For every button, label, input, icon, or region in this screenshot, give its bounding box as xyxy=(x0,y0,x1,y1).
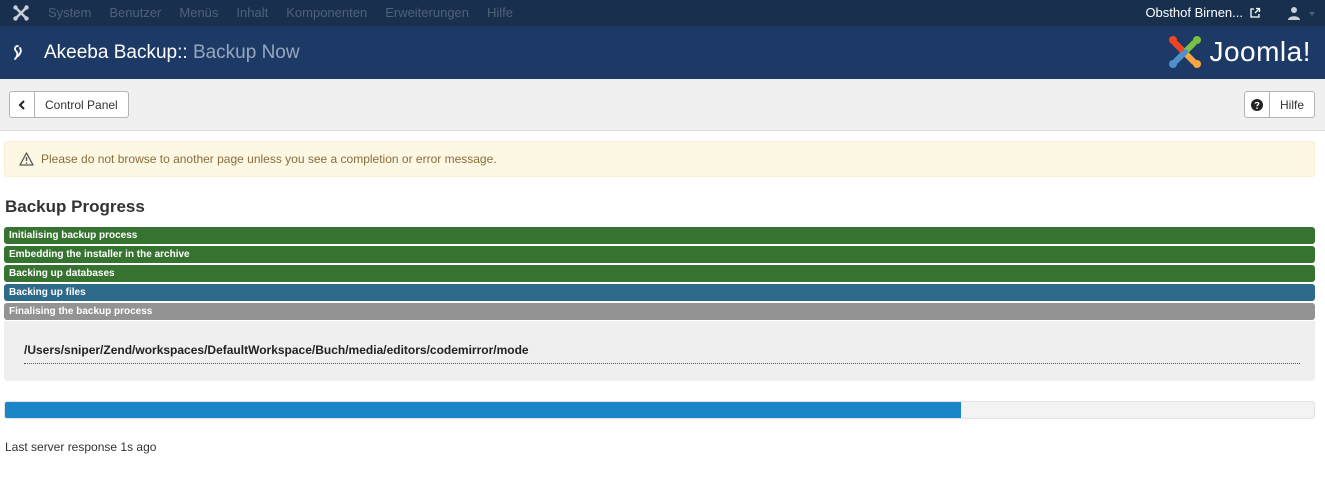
page-title: Akeeba Backup:: Backup Now xyxy=(44,26,300,79)
help-label: Hilfe xyxy=(1279,97,1304,112)
admin-top-navbar: System Benutzer Menüs Inhalt Komponenten… xyxy=(0,0,1325,26)
menu-item-help[interactable]: Hilfe xyxy=(487,0,513,26)
page-title-component: Akeeba Backup:: xyxy=(44,42,188,63)
control-panel-label: Control Panel xyxy=(45,97,118,112)
backup-progress-fill xyxy=(5,402,961,418)
help-button[interactable]: Hilfe xyxy=(1243,91,1315,118)
menu-item-users[interactable]: Benutzer xyxy=(109,0,161,26)
akeeba-icon xyxy=(14,45,22,60)
menu-item-system[interactable]: System xyxy=(48,0,91,26)
backup-progress-bar xyxy=(4,401,1315,419)
step-embedding-installer: Embedding the installer in the archive xyxy=(4,246,1315,263)
external-link-icon[interactable] xyxy=(1249,7,1261,19)
step-initialising: Initialising backup process xyxy=(4,227,1315,244)
page-title-view: Backup Now xyxy=(192,42,300,63)
user-icon[interactable] xyxy=(1287,6,1301,20)
control-panel-button[interactable]: Control Panel xyxy=(9,91,129,118)
page-header: Akeeba Backup:: Backup Now Joomla! xyxy=(0,26,1325,79)
backup-steps-list: Initialising backup process Embedding th… xyxy=(4,227,1315,322)
section-title: Backup Progress xyxy=(5,197,145,216)
site-name-link[interactable]: Obsthof Birnen... xyxy=(1145,0,1243,26)
toolbar: Control Panel Hilfe xyxy=(0,79,1325,131)
current-file-panel: /Users/sniper/Zend/workspaces/DefaultWor… xyxy=(4,321,1315,381)
server-response-status: Last server response 1s ago xyxy=(5,440,157,454)
warning-alert: Please do not browse to another page unl… xyxy=(4,141,1315,177)
joomla-brand-text: Joomla! xyxy=(1209,36,1311,67)
current-file-path: /Users/sniper/Zend/workspaces/DefaultWor… xyxy=(24,343,1300,364)
menu-item-components[interactable]: Komponenten xyxy=(286,0,367,26)
admin-menu: System Benutzer Menüs Inhalt Komponenten… xyxy=(48,0,531,26)
joomla-brand-logo-icon xyxy=(1169,36,1202,68)
menu-item-menus[interactable]: Menüs xyxy=(179,0,218,26)
joomla-logo-icon[interactable] xyxy=(12,4,30,22)
chevron-down-icon[interactable] xyxy=(1309,12,1315,16)
step-backing-up-files: Backing up files xyxy=(4,284,1315,301)
joomla-brand: Joomla! xyxy=(1167,34,1311,70)
step-finalising: Finalising the backup process xyxy=(4,303,1315,320)
menu-item-extensions[interactable]: Erweiterungen xyxy=(385,0,469,26)
warning-message: Please do not browse to another page unl… xyxy=(41,152,497,166)
warning-icon xyxy=(19,152,34,166)
chevron-left-icon xyxy=(10,92,35,117)
step-backing-up-databases: Backing up databases xyxy=(4,265,1315,282)
question-circle-icon xyxy=(1245,92,1270,117)
menu-item-content[interactable]: Inhalt xyxy=(236,0,268,26)
